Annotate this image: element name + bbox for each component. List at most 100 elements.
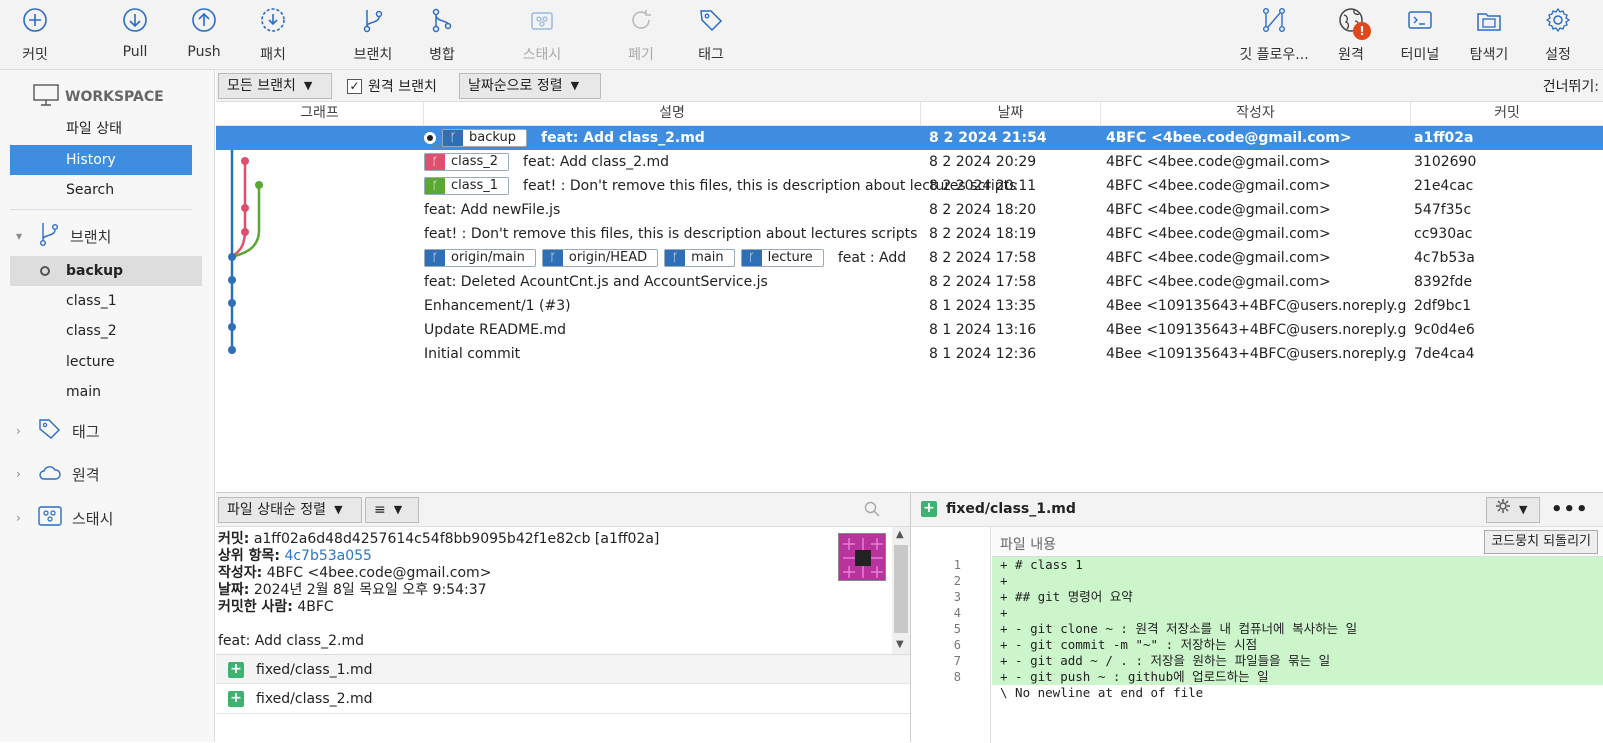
column-header-date[interactable]: 날짜 [921,102,1101,126]
diff-added-line[interactable]: + # class 1 [992,557,1603,573]
diff-file-name: fixed/class_1.md [946,501,1076,517]
gear-icon [1518,6,1598,38]
remote-branches-toggle[interactable]: ✓ 원격 브랜치 [347,76,437,96]
folder-icon [1449,6,1529,38]
merge-label: 병합 [429,47,455,63]
commit-author: 4BFC <4bee.code@gmail.com> [1106,154,1331,170]
explorer-button[interactable]: 탐색기 [1449,6,1529,64]
git-flow-button[interactable]: 깃 플로우... [1232,6,1316,64]
sidebar-item-branch-main[interactable]: main [10,377,192,407]
chevron-down-icon: ▼ [1519,503,1528,516]
table-row[interactable]: ᚴ class_1 feat! : Don't remove this files,… [216,174,1603,198]
table-row[interactable]: Update README.md 8 1 2024 13:16 4Bee <1091… [216,318,1603,342]
file-added-icon: + [921,501,937,517]
scrollbar-thumb[interactable] [894,545,908,633]
commit-date: 8 2 2024 17:58 [929,274,1037,290]
branch-label-tag[interactable]: ᚴ origin/main [424,249,536,267]
changed-file-row[interactable]: + fixed/class_2.md [216,684,910,714]
commit-date: 8 1 2024 13:16 [929,322,1037,338]
commit-date: 8 2 2024 18:20 [929,202,1037,218]
branch-label-tag[interactable]: ᚴ main [664,249,735,267]
commit-author: 4Bee <109135643+4BFC@users.noreply.githu… [1106,322,1406,338]
commit-hash: cc930ac [1414,226,1473,242]
file-sort-dropdown[interactable]: 파일 상태순 정렬 ▼ [218,497,362,523]
parent-commit-link[interactable]: 4c7b53a055 [284,548,372,564]
sidebar-item-branch-backup[interactable]: backup [10,256,202,286]
branch-label-name: lecture [767,250,813,265]
branch-label-tag[interactable]: ᚴ backup [442,129,527,147]
column-header-commit[interactable]: 커밋 [1411,102,1603,126]
diff-added-line[interactable]: + - git commit -m "~" : 저장하는 시점 [992,637,1603,653]
remote-button[interactable]: ! 원격 [1311,6,1391,64]
commit-button[interactable]: 커밋 [0,6,75,64]
more-options-icon[interactable]: ••• [1551,499,1589,520]
remote-branches-label: 원격 브랜치 [368,79,437,95]
branches-section[interactable]: ▾ 브랜치 [16,221,111,251]
column-header-graph[interactable]: 그래프 [216,102,424,126]
diff-options-dropdown[interactable]: ▼ [1486,497,1540,523]
branch-label-name: backup [469,130,516,145]
commit-message: feat: Add class_2.md [218,633,364,649]
merge-button[interactable]: 병합 [402,6,482,64]
scroll-up-icon[interactable]: ▲ [896,529,904,540]
diff-added-line[interactable]: + [992,573,1603,589]
column-header-description[interactable]: 설명 [424,102,921,126]
sidebar-item-branch-lecture[interactable]: lecture [10,347,192,377]
reverse-hunk-button[interactable]: 코드뭉치 되돌리기 [1484,530,1598,554]
branch-label-tag[interactable]: ᚴ lecture [740,249,824,267]
diff-toolbar: + fixed/class_1.md ▼ ••• [911,493,1603,527]
stash-button[interactable]: 스태시 [502,6,582,64]
table-row[interactable]: feat: Deleted AcountCnt.js and AccountSe… [216,270,1603,294]
sidebar-item-file-status[interactable]: 파일 상태 [10,114,192,144]
diff-added-line[interactable]: + ## git 명령어 요약 [992,589,1603,605]
diff-added-line[interactable]: + - git push ~ : github에 업로드하는 일 [992,669,1603,685]
changed-file-row[interactable]: + fixed/class_1.md [216,654,910,684]
patch-button[interactable]: 패치 [233,6,313,64]
table-row[interactable]: Enhancement/1 (#3) 8 1 2024 13:35 4Bee <10… [216,294,1603,318]
branch-icon: ᚴ [425,154,445,170]
sidebar-item-history[interactable]: History [10,145,192,175]
commit-hash: 7de4ca4 [1414,346,1475,362]
diff-added-line[interactable]: + - git add ~ / . : 저장을 원하는 파일들을 묶는 일 [992,653,1603,669]
diff-added-line[interactable]: + [992,605,1603,621]
remotes-section[interactable]: › 원격 [16,459,100,489]
table-row[interactable]: Initial commit 8 1 2024 12:36 4Bee <109135… [216,342,1603,366]
column-header-author[interactable]: 작성자 [1101,102,1411,126]
commit-author: 4BFC <4bee.code@gmail.com> [1106,274,1331,290]
discard-button[interactable]: 폐기 [601,6,681,64]
branch-label-tag[interactable]: ᚴ class_2 [424,153,510,171]
patch-icon [233,6,313,38]
push-button[interactable]: Push [164,6,244,60]
search-icon[interactable] [864,501,880,521]
commit-date: 8 1 2024 13:35 [929,298,1037,314]
cloud-icon [38,463,62,485]
branch-button[interactable]: 브랜치 [333,6,413,64]
sidebar-item-branch-class-2[interactable]: class_2 [10,316,192,346]
tag-button[interactable]: 태그 [671,6,751,64]
view-mode-dropdown[interactable]: ≡ ▼ [365,497,419,523]
table-row[interactable]: ᚴ backup feat: Add class_2.md 8 2 2024 21:5… [216,126,1603,150]
scroll-down-icon[interactable]: ▼ [896,639,904,650]
details-scrollbar[interactable]: ▲ ▼ [892,527,910,655]
terminal-button[interactable]: 터미널 [1380,6,1460,64]
table-row[interactable]: feat: Add newFile.js 8 2 2024 18:20 4BFC <… [216,198,1603,222]
commit-author: 4BFC <4bee.code@gmail.com> [1106,178,1331,194]
table-header: 그래프 설명 날짜 작성자 커밋 [216,102,1603,126]
pull-button[interactable]: Pull [95,6,175,60]
branch-filter-dropdown[interactable]: 모든 브랜치 ▼ [218,73,332,99]
chevron-down-icon: ▼ [303,79,313,92]
checkbox-checked-icon[interactable]: ✓ [347,78,362,94]
table-row[interactable]: feat! : Don't remove this files, this is… [216,222,1603,246]
tags-section[interactable]: › 태그 [16,416,100,446]
sidebar-item-search[interactable]: Search [10,175,192,205]
branch-label-tag[interactable]: ᚴ class_1 [424,177,510,195]
sort-order-dropdown[interactable]: 날짜순으로 정렬 ▼ [459,73,601,99]
table-row[interactable]: ᚴ origin/main ᚴ origin/HEAD ᚴ main ᚴ lecture fea… [216,246,1603,270]
line-number: 6 [953,638,961,652]
table-row[interactable]: ᚴ class_2 feat: Add class_2.md 8 2 2024 20:… [216,150,1603,174]
diff-added-line[interactable]: + - git clone ~ : 원격 저장소를 내 컴퓨너에 복사하는 일 [992,621,1603,637]
stashes-section[interactable]: › 스태시 [16,503,113,533]
sidebar-item-branch-class-1[interactable]: class_1 [10,286,192,316]
settings-button[interactable]: 설정 [1518,6,1598,64]
branch-label-tag[interactable]: ᚴ origin/HEAD [541,249,659,267]
